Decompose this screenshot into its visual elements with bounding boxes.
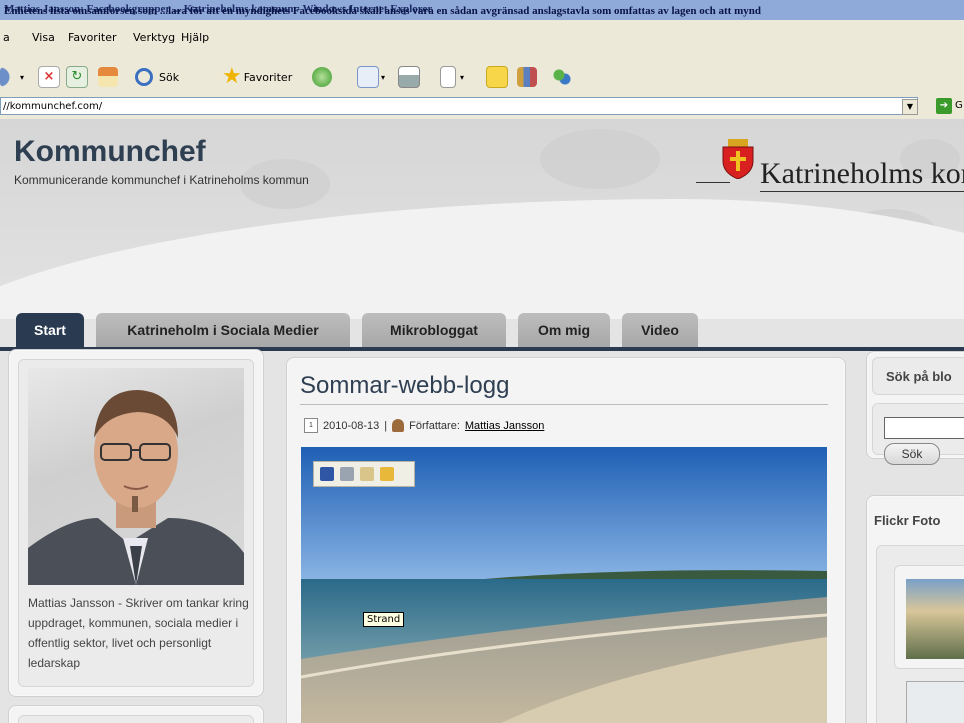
profile-photo xyxy=(28,368,244,585)
refresh-button[interactable]: ↻ xyxy=(66,66,88,88)
post-image-beach[interactable]: Strand xyxy=(301,447,827,723)
tab-start[interactable]: Start xyxy=(16,313,84,347)
post-title-divider xyxy=(300,404,828,405)
blog-search-input[interactable] xyxy=(884,417,964,439)
site-subtitle: Kommunicerande kommunchef i Katrineholms… xyxy=(14,173,309,187)
messenger-icon xyxy=(552,67,572,87)
menu-item-view[interactable]: Visa xyxy=(32,31,55,44)
post-date: 2010-08-13 xyxy=(323,419,380,432)
mail-icon[interactable] xyxy=(360,467,374,481)
tab-mikrobloggat[interactable]: Mikrobloggat xyxy=(362,313,506,347)
print-icon xyxy=(398,66,420,88)
flickr-photo-2[interactable] xyxy=(906,681,964,723)
notes-button[interactable] xyxy=(486,66,508,88)
meta-separator: | xyxy=(384,419,388,432)
folder-icon[interactable] xyxy=(380,467,394,481)
books-icon xyxy=(517,67,537,87)
site-header: Kommunchef Kommunicerande kommunchef i K… xyxy=(0,119,964,319)
flickr-heading: Flickr Foto xyxy=(874,513,941,528)
blog-search-button[interactable]: Sök xyxy=(884,443,940,465)
window-titlebar: Mattias Jansson: Facebookgrupper ... Kat… xyxy=(0,0,964,20)
favorites-button[interactable]: ★ Favoriter xyxy=(222,66,292,88)
second-left-inner xyxy=(18,715,254,723)
image-tooltip: Strand xyxy=(363,612,405,627)
favorites-label: Favoriter xyxy=(243,70,293,84)
search-label: Sök xyxy=(159,70,180,84)
menu-item-favorites[interactable]: Favoriter xyxy=(68,31,116,44)
document-icon xyxy=(440,66,456,88)
chevron-down-icon: ▼ xyxy=(906,102,914,111)
flickr-photo-1[interactable] xyxy=(906,579,964,659)
edit-button[interactable]: ▾ xyxy=(440,66,464,88)
post-title[interactable]: Sommar-webb-logg xyxy=(300,372,509,400)
forward-button[interactable]: ▾ xyxy=(0,66,24,88)
print-button[interactable] xyxy=(398,66,420,88)
search-icon xyxy=(135,68,153,86)
history-button[interactable] xyxy=(312,66,332,88)
home-icon xyxy=(98,67,118,87)
address-dropdown-button[interactable]: ▼ xyxy=(902,99,918,115)
refresh-icon: ↻ xyxy=(66,66,88,88)
menu-item-help[interactable]: Hjälp xyxy=(181,31,209,44)
menu-bar: a Visa Favoriter Verktyg Hjälp xyxy=(0,20,964,60)
mail-button[interactable]: ▾ xyxy=(357,66,385,88)
search-heading: Sök på blo xyxy=(886,369,952,384)
tab-om-mig[interactable]: Om mig xyxy=(518,313,610,347)
menu-item-tools[interactable]: Verktyg xyxy=(133,31,175,44)
tab-video[interactable]: Video xyxy=(622,313,698,347)
arrow-right-icon: ➔ xyxy=(939,100,949,111)
save-icon[interactable] xyxy=(320,467,334,481)
forward-icon xyxy=(0,67,14,87)
author-icon xyxy=(392,419,405,432)
title-tooltip-overlay: Enhetens lista omsamforsen som ...lara f… xyxy=(4,5,761,17)
research-button[interactable] xyxy=(517,66,537,88)
address-bar: //kommunchef.com/ ▼ ➔ G xyxy=(0,94,964,119)
note-icon xyxy=(486,66,508,88)
search-button[interactable]: Sök xyxy=(135,66,179,88)
home-button[interactable] xyxy=(98,66,118,88)
dropdown-arrow-icon: ▾ xyxy=(20,72,25,82)
browser-toolbar: ▾ × ↻ Sök ★ Favoriter ▾ ▾ xyxy=(0,60,964,95)
address-input[interactable]: //kommunchef.com/ xyxy=(0,97,918,115)
stop-button[interactable]: × xyxy=(38,66,60,88)
messenger-button[interactable] xyxy=(552,66,572,88)
mail-icon xyxy=(357,66,379,88)
main-nav: Start Katrineholm i Sociala Medier Mikro… xyxy=(0,313,964,347)
municipality-crest-icon[interactable] xyxy=(696,139,756,183)
web-page: Kommunchef Kommunicerande kommunchef i K… xyxy=(0,119,964,723)
profile-bio: Mattias Jansson - Skriver om tankar krin… xyxy=(28,596,249,670)
site-title[interactable]: Kommunchef xyxy=(14,135,206,169)
header-swoosh xyxy=(0,199,964,319)
dropdown-arrow-icon: ▾ xyxy=(381,72,386,82)
go-label[interactable]: G xyxy=(955,100,963,111)
history-icon xyxy=(312,67,332,87)
post-meta: 1 2010-08-13 | Författare: Mattias Janss… xyxy=(304,418,544,433)
author-link[interactable]: Mattias Jansson xyxy=(465,420,544,432)
stop-icon: × xyxy=(38,66,60,88)
star-icon: ★ xyxy=(222,64,242,89)
author-prefix: Författare: xyxy=(409,419,460,432)
decor-splat xyxy=(540,129,660,189)
go-button[interactable]: ➔ xyxy=(936,98,952,114)
dropdown-arrow-icon: ▾ xyxy=(460,72,465,82)
menu-item-edit[interactable]: a xyxy=(3,31,10,44)
calendar-icon: 1 xyxy=(304,418,318,433)
crest-underline xyxy=(696,182,730,183)
municipality-name[interactable]: Katrineholms kom xyxy=(760,157,964,192)
tab-katrineholm-sociala-medier[interactable]: Katrineholm i Sociala Medier xyxy=(96,313,350,347)
print-icon[interactable] xyxy=(340,467,354,481)
image-toolbar xyxy=(313,461,415,487)
